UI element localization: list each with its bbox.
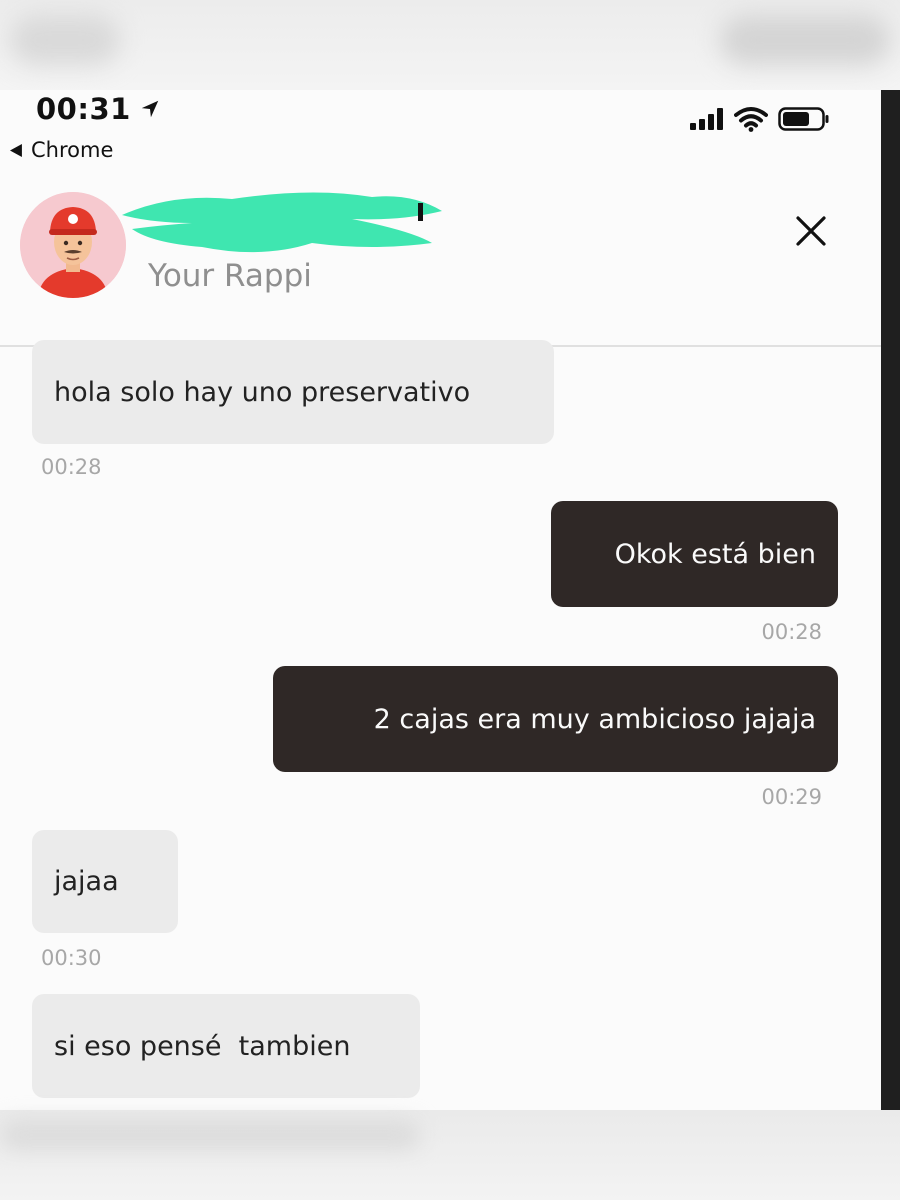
message-timestamp: 00:30	[41, 946, 102, 970]
message-text: jajaa	[54, 866, 119, 897]
message-text: Okok está bien	[614, 538, 816, 570]
photo-bottom-margin	[0, 1110, 900, 1200]
message-bubble-incoming: si eso pensé tambien	[32, 994, 420, 1098]
blurred-area	[10, 15, 120, 65]
status-time: 00:31	[36, 92, 131, 126]
courier-avatar-icon	[20, 192, 126, 298]
message-timestamp: 00:29	[761, 785, 822, 809]
wifi-icon	[734, 107, 768, 132]
chat-subtitle: Your Rappi	[148, 258, 312, 294]
message-timestamp: 00:28	[761, 620, 822, 644]
back-app-label: Chrome	[31, 138, 114, 162]
photo-right-edge	[881, 90, 900, 1110]
message-text: 2 cajas era muy ambicioso jajaja	[373, 703, 816, 735]
blurred-area	[720, 15, 890, 65]
message-bubble-outgoing: 2 cajas era muy ambicioso jajaja	[273, 666, 838, 772]
back-to-app-link[interactable]: Chrome	[10, 138, 113, 162]
message-text: hola solo hay uno preservativo	[54, 376, 471, 408]
photo-top-margin	[0, 0, 900, 90]
message-bubble-incoming: hola solo hay uno preservativo	[32, 340, 554, 444]
status-icons	[690, 106, 830, 132]
signal-icon	[690, 108, 723, 130]
message-bubble-outgoing: Okok está bien	[551, 501, 838, 607]
location-arrow-icon	[141, 100, 159, 118]
close-icon	[796, 216, 826, 246]
message-text: si eso pensé tambien	[54, 1030, 351, 1062]
blurred-area	[0, 1120, 420, 1150]
back-triangle-icon	[10, 143, 22, 157]
battery-icon	[778, 107, 829, 131]
message-bubble-incoming: jajaa	[32, 830, 178, 933]
close-chat-button[interactable]	[788, 208, 834, 254]
phone-screen: 00:31 Chrome Your Rappi hola solo hay un…	[0, 90, 881, 1110]
status-time-group: 00:31	[36, 92, 161, 126]
message-timestamp: 00:28	[41, 455, 102, 479]
